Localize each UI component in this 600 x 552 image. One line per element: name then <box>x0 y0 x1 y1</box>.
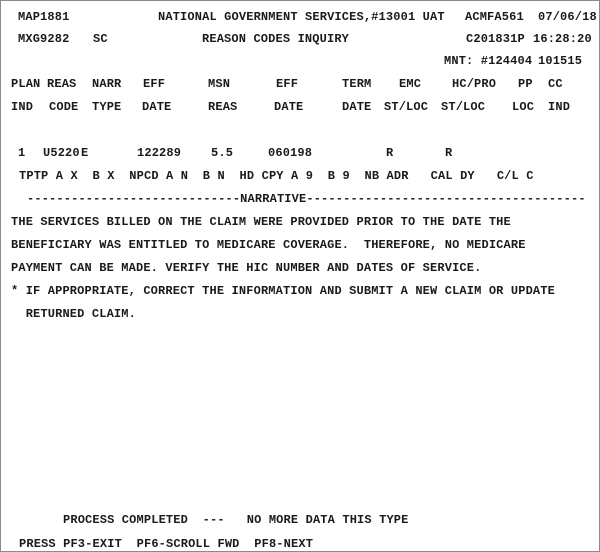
mnt-number: 101515 <box>538 54 583 68</box>
column-header: REAS <box>47 77 77 91</box>
status-message: PROCESS COMPLETED --- NO MORE DATA THIS … <box>63 513 409 527</box>
job-id: C201831P <box>466 32 525 46</box>
column-header: TERM <box>342 77 372 91</box>
map-id: MAP1881 <box>18 10 70 24</box>
plan-ind[interactable]: 1 <box>18 146 25 160</box>
column-header: DATE <box>274 100 304 114</box>
column-header: PP <box>518 77 533 91</box>
column-header: HC/PRO <box>452 77 497 91</box>
function-keys[interactable]: PRESS PF3-EXIT PF6-SCROLL FWD PF8-NEXT <box>19 537 313 551</box>
eff-date[interactable]: 122289 <box>137 146 181 160</box>
column-header: ST/LOC <box>441 100 486 114</box>
column-header: REAS <box>208 100 238 114</box>
narrative-line: THE SERVICES BILLED ON THE CLAIM WERE PR… <box>11 215 511 229</box>
column-header: TYPE <box>92 100 122 114</box>
column-header: EMC <box>399 77 422 91</box>
terminal-screen[interactable]: MAP1881 NATIONAL GOVERNMENT SERVICES,#13… <box>0 0 600 552</box>
column-header: PLAN <box>11 77 41 91</box>
column-header: CODE <box>49 100 79 114</box>
column-header: NARR <box>92 77 122 91</box>
code: SC <box>93 32 108 46</box>
column-header: DATE <box>142 100 172 114</box>
narrative-line: BENEFICIARY WAS ENTITLED TO MEDICARE COV… <box>11 238 526 252</box>
flags-line: TPTP A X B X NPCD A N B N HD CPY A 9 B 9… <box>19 169 534 183</box>
screen-title: REASON CODES INQUIRY <box>202 32 350 46</box>
hc-pro-st-loc[interactable]: R <box>445 146 452 160</box>
column-header: CC <box>548 77 563 91</box>
narrative-line: * IF APPROPRIATE, CORRECT THE INFORMATIO… <box>11 284 555 298</box>
user-id: MXG9282 <box>18 32 70 46</box>
narrative-divider: -----------------------------NARRATIVE--… <box>27 192 586 206</box>
date: 07/06/18 <box>538 10 597 24</box>
column-header: EFF <box>143 77 166 91</box>
column-header: IND <box>548 100 571 114</box>
org-name: NATIONAL GOVERNMENT SERVICES,#13001 UAT <box>158 10 445 24</box>
mnt-label: MNT: #124404 <box>444 54 533 68</box>
column-header: IND <box>11 100 34 114</box>
column-header: EFF <box>276 77 299 91</box>
terminal-id: ACMFA561 <box>465 10 524 24</box>
narrative-line: RETURNED CLAIM. <box>11 307 136 321</box>
emc-st-loc[interactable]: R <box>386 146 393 160</box>
column-header: MSN <box>208 77 231 91</box>
column-header: LOC <box>512 100 535 114</box>
reas-code[interactable]: U5220 <box>43 146 80 160</box>
column-header: ST/LOC <box>384 100 429 114</box>
column-header: DATE <box>342 100 372 114</box>
time: 16:28:20 <box>533 32 592 46</box>
narrative-line: PAYMENT CAN BE MADE. VERIFY THE HIC NUMB… <box>11 261 482 275</box>
eff-date-2[interactable]: 060198 <box>268 146 312 160</box>
msn-reas[interactable]: 5.5 <box>211 146 233 160</box>
narr-type[interactable]: E <box>81 146 88 160</box>
